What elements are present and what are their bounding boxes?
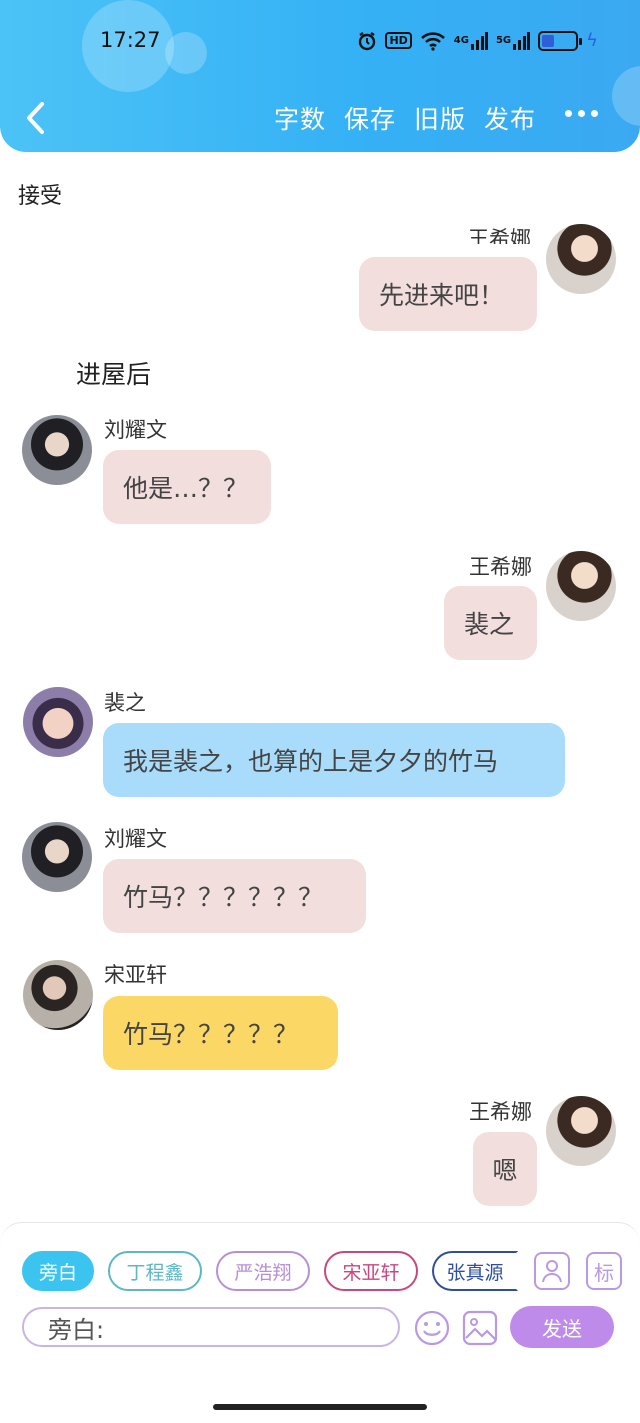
avatar-pei-zhi[interactable]	[23, 687, 93, 757]
image-button[interactable]	[462, 1310, 498, 1346]
role-chip-narration[interactable]: 旁白	[22, 1251, 94, 1291]
chevron-left-icon	[27, 102, 44, 134]
header-decoration	[165, 32, 207, 74]
app-header: 17:27 HD 4G 5G ϟ 字数 保存 旧版 发布	[0, 0, 640, 152]
avatar-liu-yaowen[interactable]	[22, 415, 92, 485]
avatar-wang-xina[interactable]	[546, 224, 616, 294]
story-text: 接受	[18, 184, 63, 209]
message-bubble: 竹马？？？？？	[103, 996, 338, 1070]
signal-5g-icon: 5G	[496, 31, 531, 50]
add-character-button[interactable]	[534, 1252, 570, 1290]
avatar-wang-xina[interactable]	[546, 1096, 616, 1166]
emoji-button[interactable]	[414, 1310, 450, 1346]
speaker-name: 宋亚轩	[104, 963, 167, 987]
image-icon	[462, 1310, 498, 1346]
battery-icon	[538, 30, 583, 51]
hd-badge: HD	[385, 32, 412, 49]
person-icon	[542, 1260, 562, 1283]
message-bubble: 先进来吧！	[359, 257, 537, 331]
save-button[interactable]: 保存	[344, 100, 396, 136]
publish-button[interactable]: 发布	[484, 100, 536, 136]
home-indicator	[213, 1404, 427, 1410]
role-chip-zhang-zhenyuan[interactable]: 张真源	[432, 1251, 518, 1291]
status-icons: HD 4G 5G ϟ	[357, 30, 598, 51]
alarm-icon	[357, 31, 377, 51]
story-editor-screen: 17:27 HD 4G 5G ϟ 字数 保存 旧版 发布 接受 王希娜 先进来吧…	[0, 0, 640, 1423]
role-chip-yan-haoxiang[interactable]: 严浩翔	[216, 1251, 310, 1291]
speaker-name: 王希娜	[469, 1100, 532, 1124]
smiley-icon	[414, 1310, 450, 1346]
speaker-name: 王希娜	[469, 555, 532, 579]
speaker-name: 刘耀文	[104, 418, 167, 442]
speaker-name: 王希娜	[468, 227, 531, 244]
message-bubble: 嗯	[473, 1132, 537, 1206]
avatar-liu-yaowen[interactable]	[22, 822, 92, 892]
avatar-wang-xina[interactable]	[546, 551, 616, 621]
message-bubble: 裴之	[444, 586, 537, 660]
back-button[interactable]	[20, 98, 50, 138]
message-bubble: 我是裴之，也算的上是夕夕的竹马	[103, 723, 565, 797]
message-bubble: 竹马？？？？？？	[103, 859, 366, 933]
charging-icon: ϟ	[586, 30, 598, 51]
speaker-name: 刘耀文	[104, 827, 167, 851]
narration-text: 进屋后	[76, 360, 152, 389]
role-chip-song-yaxuan[interactable]: 宋亚轩	[324, 1251, 418, 1291]
header-actions: 字数 保存 旧版 发布	[274, 100, 536, 136]
word-count-button[interactable]: 字数	[274, 100, 326, 136]
status-time: 17:27	[100, 28, 161, 52]
avatar-song-yaxuan[interactable]	[23, 960, 93, 1030]
signal-4g-icon: 4G	[454, 31, 488, 50]
message-input[interactable]: 旁白:	[22, 1307, 400, 1347]
old-version-button[interactable]: 旧版	[414, 100, 466, 136]
header-decoration	[612, 66, 640, 126]
more-menu-button[interactable]	[565, 110, 598, 117]
tag-button[interactable]: 标	[586, 1252, 622, 1290]
message-bubble: 他是…？？	[103, 450, 271, 524]
send-button[interactable]: 发送	[510, 1306, 614, 1348]
wifi-icon	[420, 31, 446, 51]
role-chip-ding-chengxin[interactable]: 丁程鑫	[108, 1251, 202, 1291]
speaker-name: 裴之	[104, 691, 146, 715]
